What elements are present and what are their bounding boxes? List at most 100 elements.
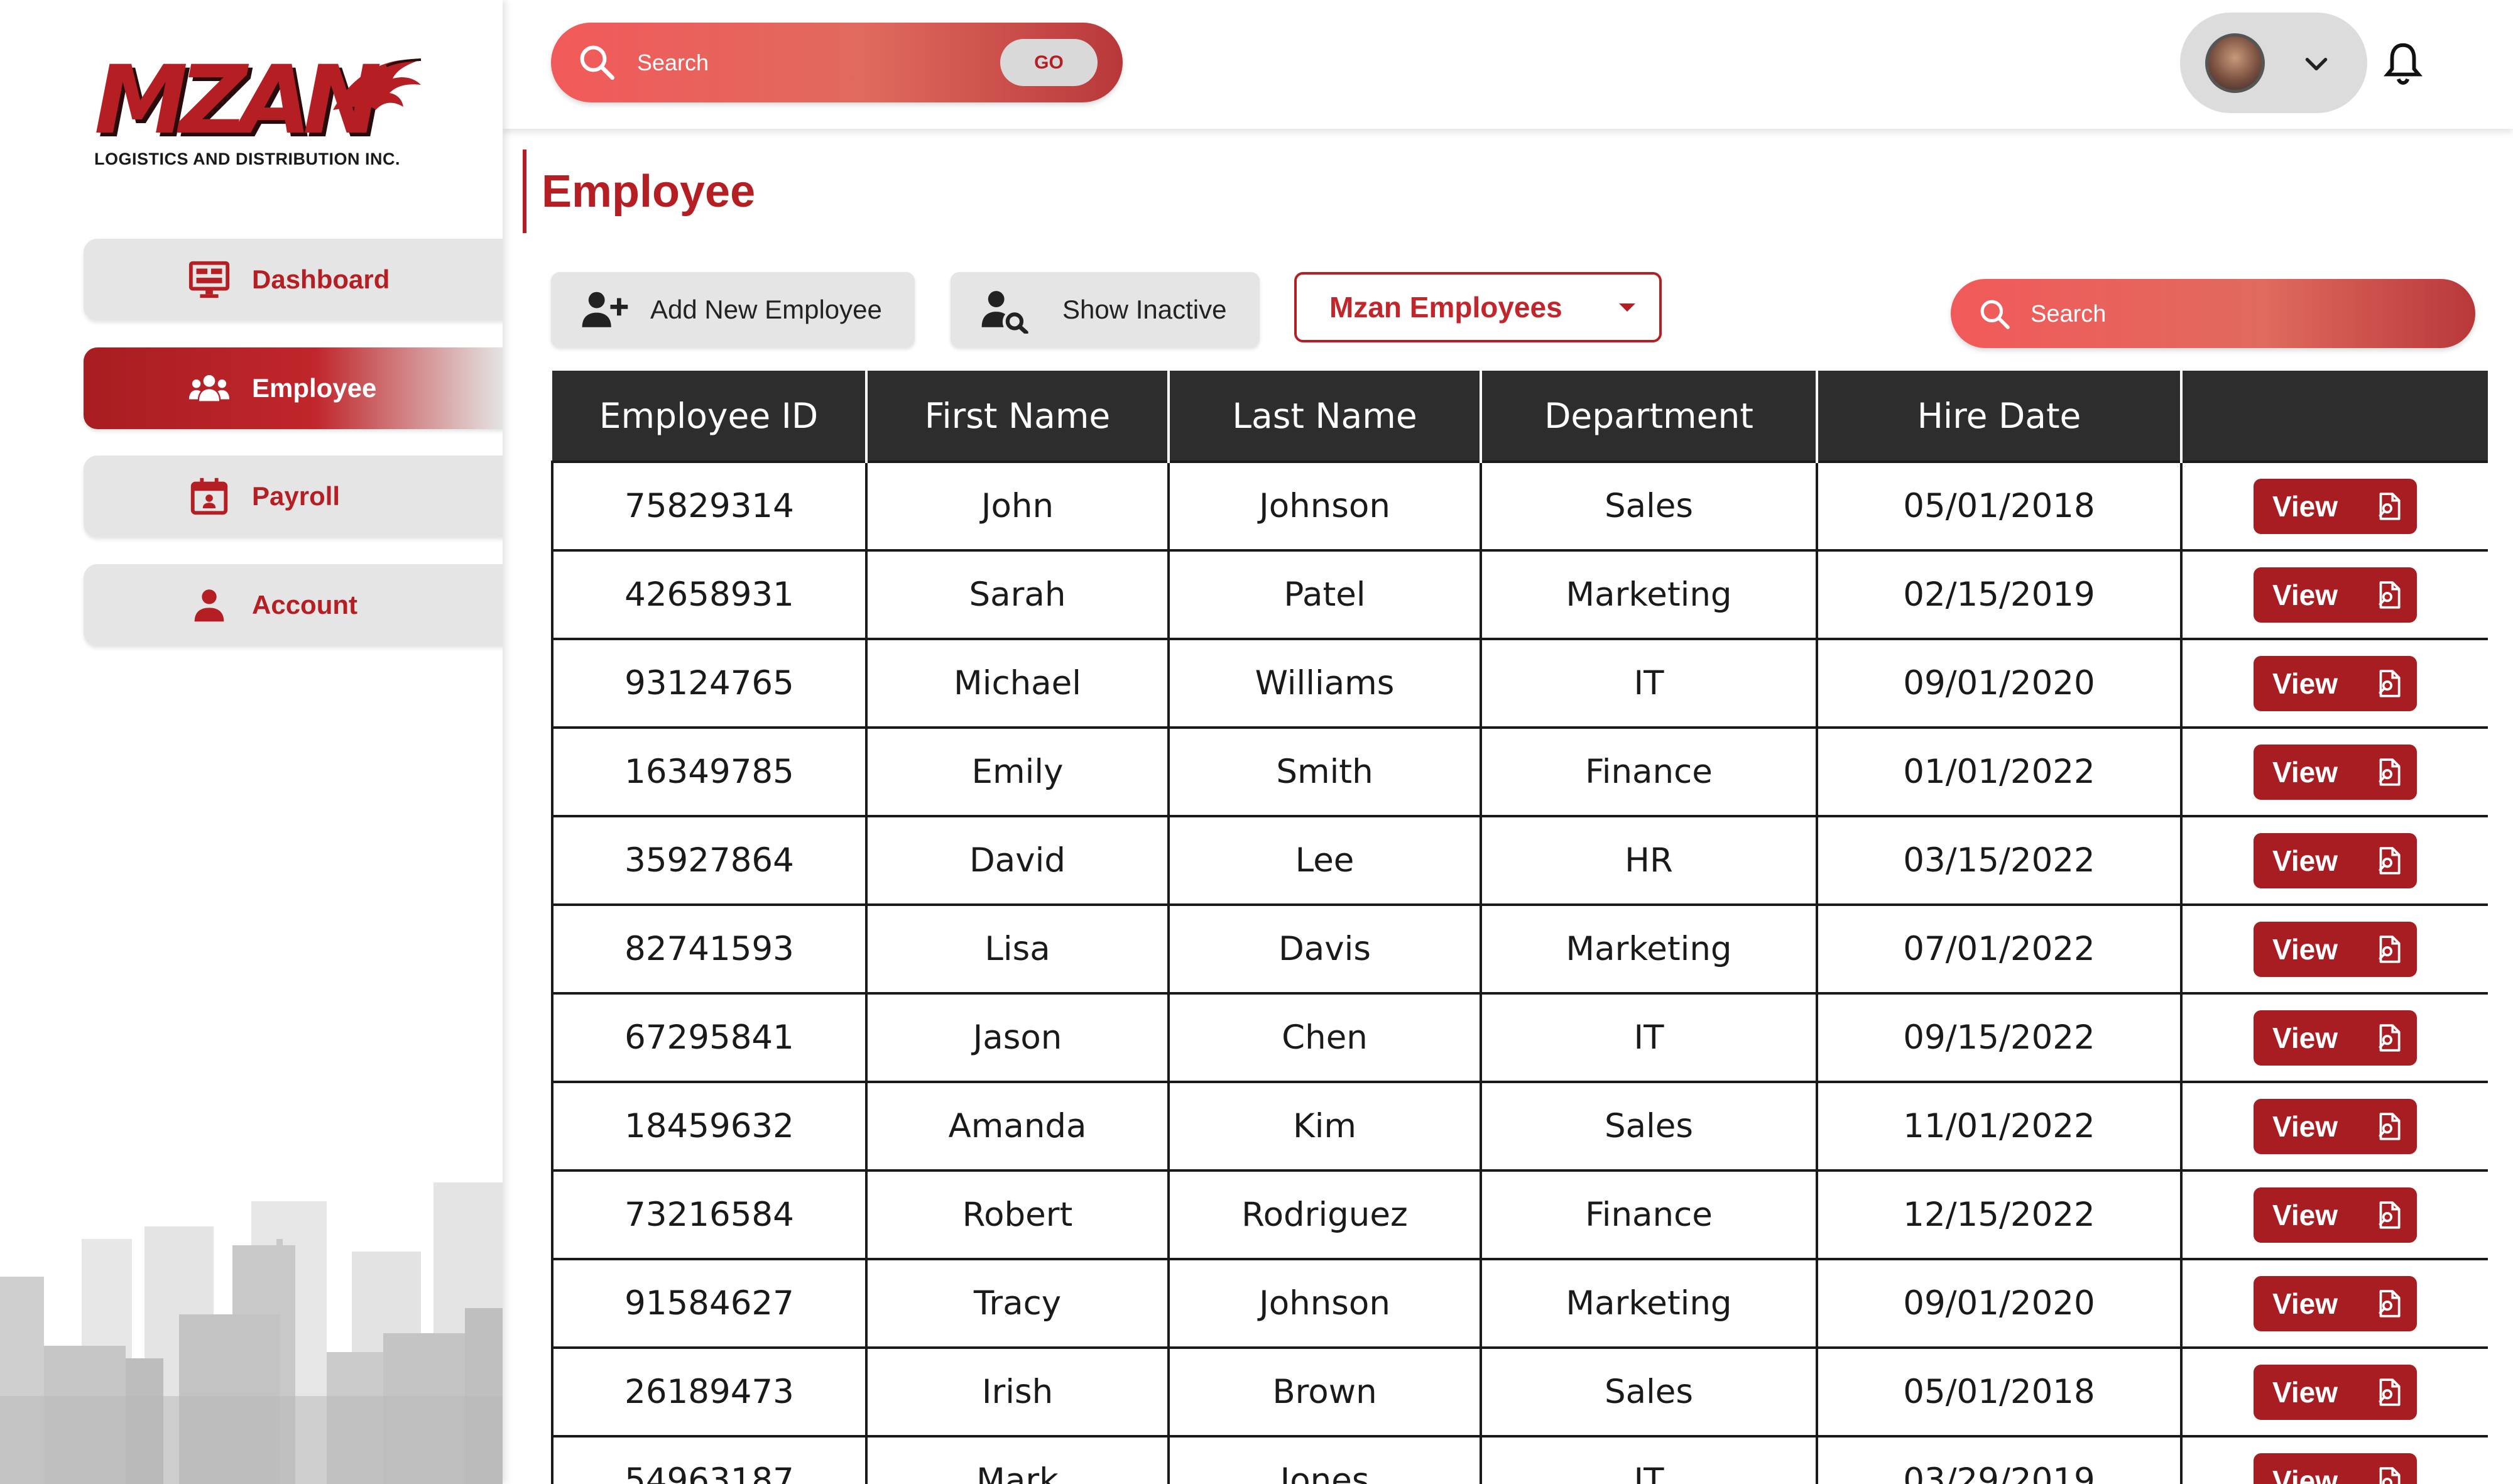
sidebar-item-label: Account xyxy=(252,590,357,619)
table-row[interactable]: 75829314 John Johnson Sales 05/01/2018 View xyxy=(551,461,2488,552)
view-button[interactable]: View xyxy=(2254,1098,2417,1154)
table-row[interactable]: 16349785 Emily Smith Finance 01/01/2022 View xyxy=(551,726,2488,817)
view-button[interactable]: View xyxy=(2254,1187,2417,1243)
cell-employee-id: 73216584 xyxy=(551,1169,868,1260)
cell-employee-id: 26189473 xyxy=(551,1346,868,1438)
view-button-label: View xyxy=(2272,489,2338,523)
document-search-icon xyxy=(2379,758,2401,786)
cell-last-name: Johnson xyxy=(1167,461,1482,552)
global-search-bar[interactable]: GO xyxy=(551,23,1123,102)
cell-employee-id: 18459632 xyxy=(551,1081,868,1172)
department-filter-select[interactable]: Mzan Employees xyxy=(1294,272,1662,342)
cell-hire-date: 03/29/2019 xyxy=(1816,1435,2183,1484)
cell-hire-date: 05/01/2018 xyxy=(1816,1346,2183,1438)
table-header-row: Employee ID First Name Last Name Departm… xyxy=(552,371,2488,462)
cell-last-name: Rodriguez xyxy=(1167,1169,1482,1260)
document-search-icon xyxy=(2379,669,2401,697)
cell-employee-id: 67295841 xyxy=(551,992,868,1083)
add-new-employee-label: Add New Employee xyxy=(650,295,882,324)
table-row[interactable]: 54963187 Mark Jones IT 03/29/2019 View xyxy=(551,1435,2488,1484)
cell-first-name: Irish xyxy=(865,1346,1170,1438)
profile-menu[interactable] xyxy=(2180,13,2367,113)
cell-last-name: Patel xyxy=(1167,549,1482,640)
cell-first-name: Sarah xyxy=(865,549,1170,640)
cell-actions: View xyxy=(2180,1435,2488,1484)
table-row[interactable]: 91584627 Tracy Johnson Marketing 09/01/2020 V… xyxy=(551,1258,2488,1349)
cell-hire-date: 05/01/2018 xyxy=(1816,461,2183,552)
page-title: Employee xyxy=(542,166,756,217)
cell-first-name: Mark xyxy=(865,1435,1170,1484)
cell-employee-id: 93124765 xyxy=(551,638,868,729)
table-search-input[interactable] xyxy=(2029,295,2346,334)
document-search-icon xyxy=(2379,1112,2401,1140)
document-search-icon xyxy=(2379,1201,2401,1229)
cell-hire-date: 09/01/2020 xyxy=(1816,638,2183,729)
view-button[interactable]: View xyxy=(2254,832,2417,888)
calendar-icon xyxy=(190,477,228,515)
table-row[interactable]: 82741593 Lisa Davis Marketing 07/01/2022 View xyxy=(551,903,2488,995)
view-button[interactable]: View xyxy=(2254,744,2417,800)
column-header-employee-id[interactable]: Employee ID xyxy=(552,371,868,462)
document-search-icon xyxy=(2379,1466,2401,1484)
sidebar-item-employee[interactable]: Employee xyxy=(84,347,503,429)
view-button-label: View xyxy=(2272,1464,2338,1484)
view-button-label: View xyxy=(2272,1287,2338,1320)
eagle-logo-icon xyxy=(333,58,422,110)
cell-employee-id: 42658931 xyxy=(551,549,868,640)
document-search-icon xyxy=(2379,581,2401,609)
column-header-hire-date[interactable]: Hire Date xyxy=(1817,371,2183,462)
show-inactive-button[interactable]: Show Inactive xyxy=(951,272,1260,347)
view-button[interactable]: View xyxy=(2254,478,2417,534)
cell-department: IT xyxy=(1480,1435,1818,1484)
table-row[interactable]: 67295841 Jason Chen IT 09/15/2022 View xyxy=(551,992,2488,1083)
view-button[interactable]: View xyxy=(2254,1364,2417,1420)
column-header-first-name[interactable]: First Name xyxy=(866,371,1170,462)
view-button-label: View xyxy=(2272,578,2338,611)
view-button[interactable]: View xyxy=(2254,567,2417,623)
go-button[interactable]: GO xyxy=(1000,39,1098,86)
cell-department: IT xyxy=(1480,638,1818,729)
cell-hire-date: 09/15/2022 xyxy=(1816,992,2183,1083)
table-row[interactable]: 42658931 Sarah Patel Marketing 02/15/2019 Vie… xyxy=(551,549,2488,640)
cell-department: Finance xyxy=(1480,1169,1818,1260)
table-row[interactable]: 93124765 Michael Williams IT 09/01/2020 View xyxy=(551,638,2488,729)
cell-employee-id: 16349785 xyxy=(551,726,868,817)
cell-employee-id: 35927864 xyxy=(551,815,868,906)
cell-department: Marketing xyxy=(1480,549,1818,640)
sidebar-item-account[interactable]: Account xyxy=(84,564,503,646)
column-header-department[interactable]: Department xyxy=(1481,371,1818,462)
cell-actions: View xyxy=(2180,638,2488,729)
table-row[interactable]: 18459632 Amanda Kim Sales 11/01/2022 View xyxy=(551,1081,2488,1172)
view-button[interactable]: View xyxy=(2254,1453,2417,1484)
chevron-down-icon[interactable] xyxy=(2301,48,2332,79)
search-icon xyxy=(580,45,615,80)
cell-employee-id: 54963187 xyxy=(551,1435,868,1484)
view-button[interactable]: View xyxy=(2254,655,2417,711)
table-row[interactable]: 26189473 Irish Brown Sales 05/01/2018 View xyxy=(551,1346,2488,1438)
view-button[interactable]: View xyxy=(2254,1275,2417,1331)
cell-actions: View xyxy=(2180,726,2488,817)
view-button-label: View xyxy=(2272,667,2338,700)
users-icon xyxy=(188,375,230,401)
sidebar-item-payroll[interactable]: Payroll xyxy=(84,456,503,537)
table-search-bar[interactable] xyxy=(1951,279,2475,348)
sidebar: MZAN LOGISTICS AND DISTRIBUTION INC. Das… xyxy=(0,0,503,1484)
table-row[interactable]: 73216584 Robert Rodriguez Finance 12/15/2022… xyxy=(551,1169,2488,1260)
cell-employee-id: 82741593 xyxy=(551,903,868,995)
cell-last-name: Johnson xyxy=(1167,1258,1482,1349)
view-button[interactable]: View xyxy=(2254,1010,2417,1066)
table-row[interactable]: 35927864 David Lee HR 03/15/2022 View xyxy=(551,815,2488,906)
column-header-last-name[interactable]: Last Name xyxy=(1169,371,1482,462)
global-search-input[interactable] xyxy=(636,41,921,84)
bell-icon[interactable] xyxy=(2381,39,2425,88)
sidebar-item-dashboard[interactable]: Dashboard xyxy=(84,239,503,320)
department-filter-value: Mzan Employees xyxy=(1329,291,1562,324)
cell-department: Sales xyxy=(1480,1081,1818,1172)
cell-department: Sales xyxy=(1480,1346,1818,1438)
document-search-icon xyxy=(2379,935,2401,963)
cell-actions: View xyxy=(2180,1169,2488,1260)
company-logo[interactable]: MZAN LOGISTICS AND DISTRIBUTION INC. xyxy=(88,44,422,170)
view-button[interactable]: View xyxy=(2254,921,2417,977)
add-new-employee-button[interactable]: Add New Employee xyxy=(551,272,915,347)
view-button-label: View xyxy=(2272,1110,2338,1143)
